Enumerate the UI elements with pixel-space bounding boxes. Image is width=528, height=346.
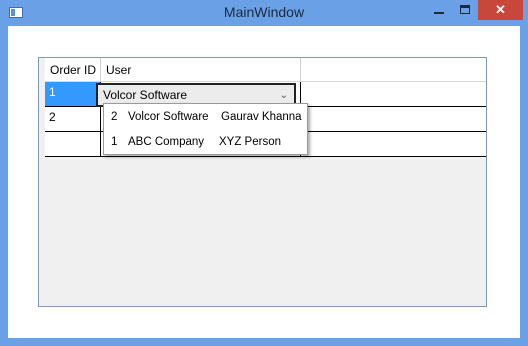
window-frame: MainWindow ✕ Order ID User 1 2 Volcor So…	[0, 0, 528, 346]
dropdown-option[interactable]: 2 Volcor Software Gaurav Khanna	[104, 105, 307, 130]
option-company: ABC Company	[128, 136, 205, 148]
option-person: XYZ Person	[219, 136, 281, 148]
minimize-button[interactable]	[426, 2, 452, 20]
column-header-order-id[interactable]: Order ID	[45, 58, 101, 82]
cell-order-id[interactable]: 2	[45, 107, 101, 131]
cell-order-id[interactable]	[45, 132, 101, 156]
combobox-value: Volcor Software	[103, 88, 188, 102]
column-header-filler	[301, 58, 486, 82]
cell-order-id[interactable]: 1	[45, 82, 101, 106]
dropdown-option[interactable]: 1 ABC Company XYZ Person	[104, 130, 307, 155]
option-company: Volcor Software	[128, 111, 209, 123]
window-client-area: Order ID User 1 2 Volcor Software ⌄ 2 Vo…	[8, 26, 520, 338]
title-bar[interactable]: MainWindow ✕	[0, 0, 528, 26]
user-dropdown-list[interactable]: 2 Volcor Software Gaurav Khanna 1 ABC Co…	[103, 103, 308, 155]
orders-datagrid[interactable]: Order ID User 1 2 Volcor Software ⌄	[38, 57, 487, 307]
option-id: 1	[111, 136, 118, 148]
column-header-user[interactable]: User	[101, 58, 301, 82]
close-button[interactable]: ✕	[478, 0, 523, 20]
option-person: Gaurav Khanna	[221, 111, 302, 123]
maximize-button[interactable]	[452, 2, 478, 20]
option-id: 2	[111, 111, 118, 123]
